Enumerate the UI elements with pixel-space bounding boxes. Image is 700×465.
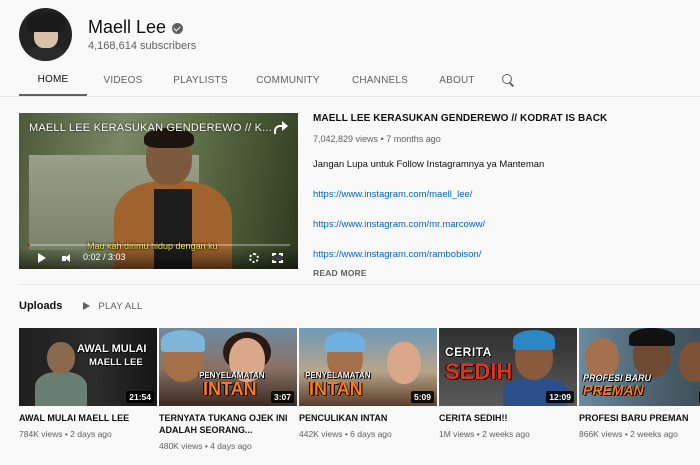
thumbnail-text: CERITA SEDIH: [445, 346, 512, 383]
video-card[interactable]: PENYELAMATAN INTAN 5:09 PENCULIKAN INTAN…: [299, 328, 437, 439]
featured-video-description: Jangan Lupa untuk Follow Instagramnya ya…: [313, 159, 545, 170]
thumbnail-text-line: INTAN: [309, 379, 363, 400]
read-more-button[interactable]: READ MORE: [313, 268, 693, 278]
uploads-shelf: AWAL MULAI MAELL LEE 21:54 AWAL MULAI MA…: [19, 328, 700, 463]
tab-videos[interactable]: VIDEOS: [87, 64, 159, 96]
thumbnail-text-line: CERITA: [445, 345, 492, 359]
video-thumbnail[interactable]: CERITA SEDIH 12:09: [439, 328, 577, 406]
video-meta: 480K views • 4 days ago: [159, 441, 252, 452]
video-card[interactable]: PROFESI BARU PREMAN 12 PROFESI BARU PREM…: [579, 328, 700, 439]
description-link[interactable]: https://www.instagram.com/maell_lee/: [313, 189, 693, 200]
section-divider: [19, 284, 700, 285]
description-link[interactable]: https://www.instagram.com/mr.marcoww/: [313, 219, 693, 230]
video-meta: 1M views • 2 weeks ago: [439, 429, 530, 440]
video-card[interactable]: AWAL MULAI MAELL LEE 21:54 AWAL MULAI MA…: [19, 328, 157, 439]
description-link[interactable]: https://www.instagram.com/rambobison/: [313, 249, 693, 260]
featured-video-info: MAELL LEE KERASUKAN GENDEREWO // KODRAT …: [313, 113, 693, 278]
player-progress-bar[interactable]: [27, 244, 290, 246]
tab-community[interactable]: COMMUNITY: [242, 64, 334, 96]
video-title[interactable]: PENCULIKAN INTAN: [299, 412, 433, 424]
channel-header: Maell Lee 4,168,614 subscribers HOME VID…: [0, 0, 700, 96]
thumbnail-helmet: [161, 330, 205, 352]
volume-icon[interactable]: [62, 254, 74, 263]
tab-playlists[interactable]: PLAYLISTS: [159, 64, 242, 96]
thumbnail-text: PENYELAMATAN INTAN: [305, 371, 370, 400]
video-thumbnail[interactable]: PENYELAMATAN INTAN 3:07: [159, 328, 297, 406]
thumbnail-text: PENYELAMATAN INTAN: [199, 371, 264, 400]
player-progress-fill: [27, 244, 30, 246]
video-card[interactable]: PENYELAMATAN INTAN 3:07 TERNYATA TUKANG …: [159, 328, 297, 451]
thumbnail-figure: [585, 338, 619, 378]
search-icon: [502, 74, 514, 86]
settings-gear-icon[interactable]: [249, 253, 259, 263]
figure-head: [47, 342, 75, 374]
video-title[interactable]: AWAL MULAI MAELL LEE: [19, 412, 153, 424]
channel-name: Maell Lee: [88, 17, 167, 37]
thumbnail-figure: [679, 342, 700, 382]
video-duration: 12:09: [546, 391, 574, 403]
thumbnail-text-line: MAELL LEE: [89, 356, 143, 368]
subscriber-count: 4,168,614 subscribers: [88, 40, 197, 52]
tab-about[interactable]: ABOUT: [426, 64, 488, 96]
play-icon: [83, 302, 91, 310]
video-thumbnail[interactable]: PENYELAMATAN INTAN 5:09: [299, 328, 437, 406]
channel-search-button[interactable]: [488, 64, 528, 96]
channel-home-content: MAELL LEE KERASUKAN GENDEREWO // K... Ma…: [0, 96, 700, 465]
play-all-button[interactable]: PLAY ALL: [83, 301, 142, 312]
featured-video-meta: 7,042,829 views • 7 months ago: [313, 134, 441, 144]
video-title[interactable]: TERNYATA TUKANG OJEK INI ADALAH SEORANG.…: [159, 412, 293, 436]
channel-tabs: HOME VIDEOS PLAYLISTS COMMUNITY CHANNELS…: [19, 64, 528, 96]
uploads-header: Uploads PLAY ALL: [19, 300, 142, 312]
thumbnail-text: PROFESI BARU PREMAN: [583, 373, 651, 399]
video-thumbnail[interactable]: AWAL MULAI MAELL LEE 21:54: [19, 328, 157, 406]
tab-home[interactable]: HOME: [19, 64, 87, 96]
play-all-label: PLAY ALL: [98, 300, 143, 312]
thumbnail-hat: [629, 328, 675, 346]
thumbnail-helmet: [325, 332, 365, 352]
player-time: 0:02 / 3:03: [83, 252, 126, 262]
avatar-body: [23, 46, 69, 61]
video-duration: 21:54: [126, 391, 154, 403]
channel-avatar[interactable]: [19, 8, 72, 61]
avatar-hood: [27, 12, 65, 32]
thumbnail-text-line: AWAL MULAI: [77, 343, 147, 355]
video-meta: 784K views • 2 days ago: [19, 429, 112, 440]
uploads-title[interactable]: Uploads: [19, 300, 62, 312]
thumbnail-text-line: PREMAN: [583, 382, 644, 399]
play-icon[interactable]: [38, 253, 46, 263]
video-duration: 3:07: [270, 391, 294, 403]
channel-name-row: Maell Lee: [88, 17, 184, 38]
verified-check-icon: [172, 23, 184, 34]
thumbnail-figure: [387, 342, 421, 384]
player-controls: 0:02 / 3:03: [19, 247, 298, 269]
featured-video-player[interactable]: MAELL LEE KERASUKAN GENDEREWO // K... Ma…: [19, 113, 298, 269]
video-meta: 866K views • 2 weeks ago: [579, 429, 678, 440]
fullscreen-icon[interactable]: [272, 253, 283, 263]
share-icon[interactable]: [274, 121, 288, 134]
video-title[interactable]: CERITA SEDIH!!: [439, 412, 573, 424]
video-meta: 442K views • 6 days ago: [299, 429, 392, 440]
featured-video-title[interactable]: MAELL LEE KERASUKAN GENDEREWO // KODRAT …: [313, 113, 693, 124]
thumbnail-text-line: INTAN: [203, 379, 257, 400]
video-title[interactable]: PROFESI BARU PREMAN: [579, 412, 700, 424]
thumbnail-text: AWAL MULAI MAELL LEE: [77, 343, 147, 368]
tab-channels[interactable]: CHANNELS: [334, 64, 426, 96]
video-card[interactable]: CERITA SEDIH 12:09 CERITA SEDIH!! 1M vie…: [439, 328, 577, 439]
figure-body: [35, 372, 87, 406]
video-duration: 5:09: [410, 391, 434, 403]
thumbnail-helmet: [513, 330, 555, 350]
video-thumbnail[interactable]: PROFESI BARU PREMAN 12: [579, 328, 700, 406]
thumbnail-text-line: SEDIH: [445, 358, 513, 384]
player-title[interactable]: MAELL LEE KERASUKAN GENDEREWO // K...: [29, 122, 272, 134]
